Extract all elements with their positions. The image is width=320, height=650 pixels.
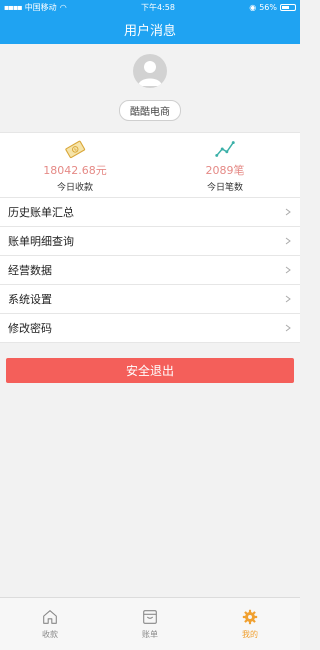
shop-name: 酷酷电商 <box>119 100 181 121</box>
stat-value: 18042.68元 <box>43 163 107 177</box>
status-bar: ▪▪▪▪ 中国移动 ◠ 下午4:58 ◉ 56% <box>0 0 300 14</box>
trend-chart-icon <box>215 140 235 157</box>
stat-today-amount: $ 18042.68元 今日收款 <box>0 133 150 197</box>
tab-mine[interactable]: 我的 <box>200 598 300 650</box>
bill-icon <box>143 610 157 624</box>
avatar[interactable] <box>133 54 167 88</box>
tab-label: 账单 <box>142 630 158 639</box>
logout-area: 安全退出 <box>0 343 300 383</box>
tab-label: 我的 <box>242 630 258 639</box>
logout-button[interactable]: 安全退出 <box>6 358 294 383</box>
carrier-label: 中国移动 <box>24 2 57 12</box>
menu-item-label: 历史账单汇总 <box>8 206 74 219</box>
menu-list: 历史账单汇总 账单明细查询 经营数据 系统设置 修改密码 <box>0 197 300 343</box>
location-icon: ◉ <box>249 2 257 12</box>
person-icon <box>138 61 162 86</box>
menu-item-label: 账单明细查询 <box>8 235 74 248</box>
stats-panel: $ 18042.68元 今日收款 2089笔 今日笔数 <box>0 132 300 197</box>
chevron-right-icon <box>285 324 291 332</box>
profile-section: 酷酷电商 <box>0 44 300 132</box>
tab-bar: 收款 账单 我的 <box>0 597 300 650</box>
stat-value: 2089笔 <box>205 163 245 177</box>
tab-collect[interactable]: 收款 <box>0 598 100 650</box>
money-icon: $ <box>65 140 86 158</box>
battery-icon <box>280 3 296 11</box>
tab-label: 收款 <box>42 630 58 639</box>
page-title: 用户消息 <box>123 23 176 39</box>
menu-item-system-settings[interactable]: 系统设置 <box>0 285 300 314</box>
tab-bills[interactable]: 账单 <box>100 598 200 650</box>
chevron-right-icon <box>285 208 291 216</box>
menu-item-change-password[interactable]: 修改密码 <box>0 314 300 343</box>
stat-today-count: 2089笔 今日笔数 <box>150 133 300 197</box>
menu-item-history-summary[interactable]: 历史账单汇总 <box>0 198 300 227</box>
stat-label: 今日笔数 <box>206 182 243 193</box>
stat-label: 今日收款 <box>56 182 93 193</box>
status-time: 下午4:58 <box>140 2 175 12</box>
battery-percent: 56% <box>259 2 277 12</box>
menu-item-bill-details[interactable]: 账单明细查询 <box>0 227 300 256</box>
menu-item-business-data[interactable]: 经营数据 <box>0 256 300 285</box>
nav-bar: 用户消息 <box>0 14 300 44</box>
status-left: ▪▪▪▪ 中国移动 ◠ <box>4 2 67 13</box>
chevron-right-icon <box>285 295 291 303</box>
menu-item-label: 系统设置 <box>8 293 52 306</box>
status-right: ◉ 56% <box>249 3 296 12</box>
chevron-right-icon <box>285 237 291 245</box>
gear-icon <box>242 609 258 625</box>
menu-item-label: 修改密码 <box>8 322 52 335</box>
menu-item-label: 经营数据 <box>8 264 52 277</box>
chevron-right-icon <box>285 266 291 274</box>
signal-icon: ▪▪▪▪ <box>4 2 23 12</box>
home-icon <box>43 610 57 624</box>
wifi-icon: ◠ <box>59 2 67 12</box>
